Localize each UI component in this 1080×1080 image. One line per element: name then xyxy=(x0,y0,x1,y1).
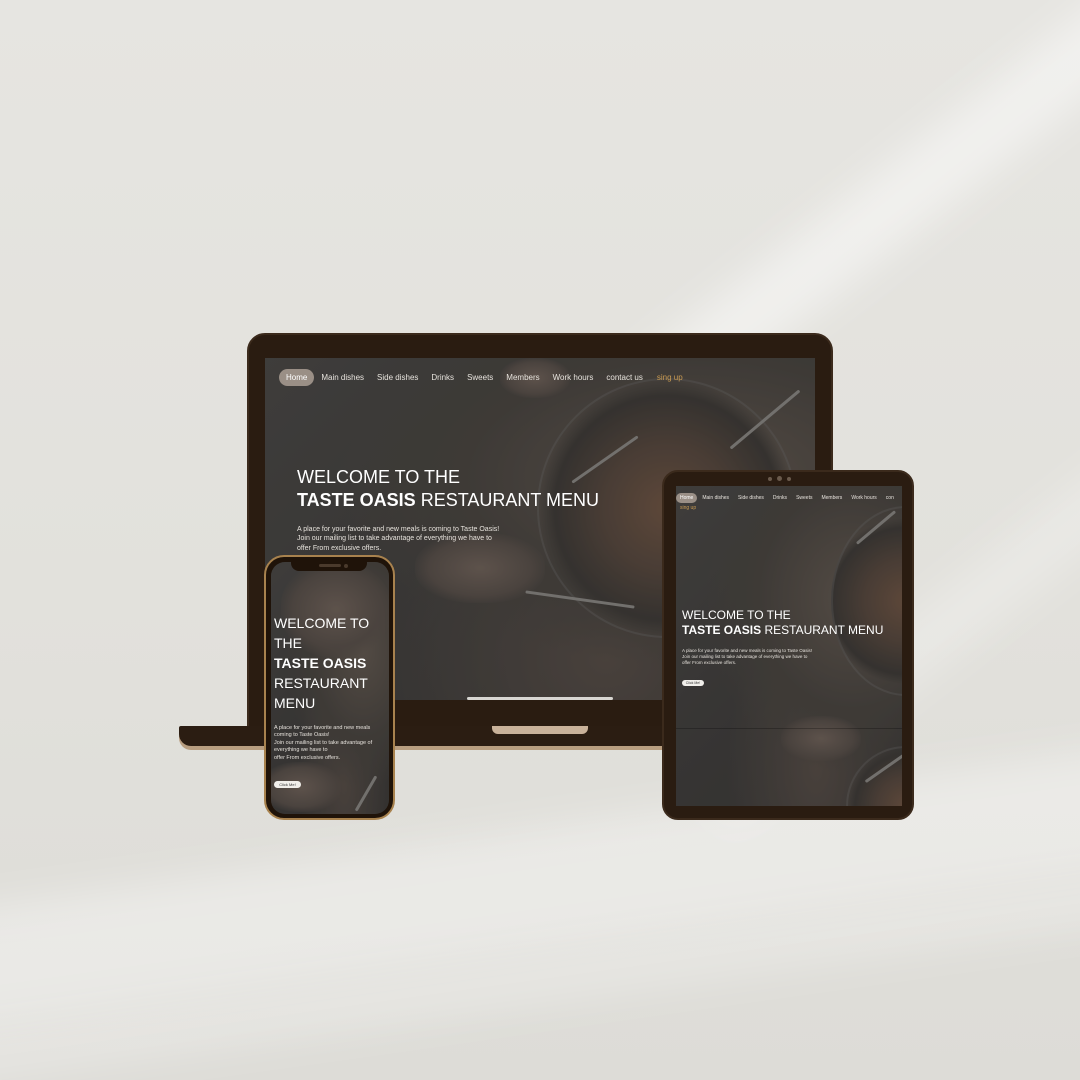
nav-members[interactable]: Members xyxy=(821,495,842,501)
nav-contact-us[interactable]: con xyxy=(886,495,894,501)
laptop-notch xyxy=(492,726,588,734)
nav-home[interactable]: Home xyxy=(279,369,315,386)
camera-icon xyxy=(777,476,782,481)
nav-signup[interactable]: sing up xyxy=(657,373,683,382)
hero-line1: WELCOME TO xyxy=(274,615,370,631)
nav-signup[interactable]: sing up xyxy=(680,505,696,511)
hero-brand-name: TASTE OASIS xyxy=(274,654,367,671)
nav-contact-us[interactable]: contact us xyxy=(606,373,642,382)
nav-sweets[interactable]: Sweets xyxy=(796,495,812,501)
phone-speaker xyxy=(319,564,341,567)
phone-screen: WELCOME TO THE TASTE OASIS RESTAURANT ME… xyxy=(271,562,389,814)
nav-work-hours[interactable]: Work hours xyxy=(553,373,594,382)
nav-side-dishes[interactable]: Side dishes xyxy=(377,373,418,382)
hero-headline: WELCOME TO THE TASTE OASIS RESTAURANT ME… xyxy=(682,608,883,638)
cta-button[interactable]: Click Me! xyxy=(274,781,301,788)
hero-description: A place for your favorite and new meals … xyxy=(297,526,500,552)
nav-drinks[interactable]: Drinks xyxy=(431,373,454,382)
hero-description: A place for your favorite and new meals … xyxy=(274,725,373,761)
nav-drinks[interactable]: Drinks xyxy=(773,495,787,501)
nav-members[interactable]: Members xyxy=(506,373,539,382)
laptop-scrollbar[interactable] xyxy=(467,697,613,700)
nav-work-hours[interactable]: Work hours xyxy=(851,495,876,501)
nav-home[interactable]: Home xyxy=(676,493,698,503)
hero-description: A place for your favorite and new meals … xyxy=(682,648,812,666)
cta-button[interactable]: Click Me! xyxy=(682,680,704,686)
camera-icon xyxy=(768,477,772,481)
hero-brand-name: TASTE OASIS xyxy=(682,623,762,637)
hero-line1: WELCOME TO THE xyxy=(297,467,461,487)
nav-main-dishes[interactable]: Main dishes xyxy=(321,373,364,382)
nav-sweets[interactable]: Sweets xyxy=(467,373,493,382)
hero-line2: RESTAURANT MENU xyxy=(420,489,600,510)
camera-icon xyxy=(344,564,348,568)
nav-main-dishes[interactable]: Main dishes xyxy=(702,495,729,501)
laptop-nav: Home Main dishes Side dishes Drinks Swee… xyxy=(279,369,683,386)
hero-line1: WELCOME TO THE xyxy=(682,608,791,622)
nav-side-dishes[interactable]: Side dishes xyxy=(738,495,764,501)
tablet-screen: Home Main dishes Side dishes Drinks Swee… xyxy=(676,486,902,806)
hero-line2: RESTAURANT MENU xyxy=(764,623,884,637)
tablet-nav: Home Main dishes Side dishes Drinks Swee… xyxy=(676,493,894,503)
hero-brand-name: TASTE OASIS xyxy=(297,489,416,510)
hero-headline: WELCOME TO THE TASTE OASIS RESTAURANT ME… xyxy=(297,466,599,511)
hero-headline: WELCOME TO THE TASTE OASIS RESTAURANT ME… xyxy=(274,615,370,711)
camera-icon xyxy=(787,477,791,481)
